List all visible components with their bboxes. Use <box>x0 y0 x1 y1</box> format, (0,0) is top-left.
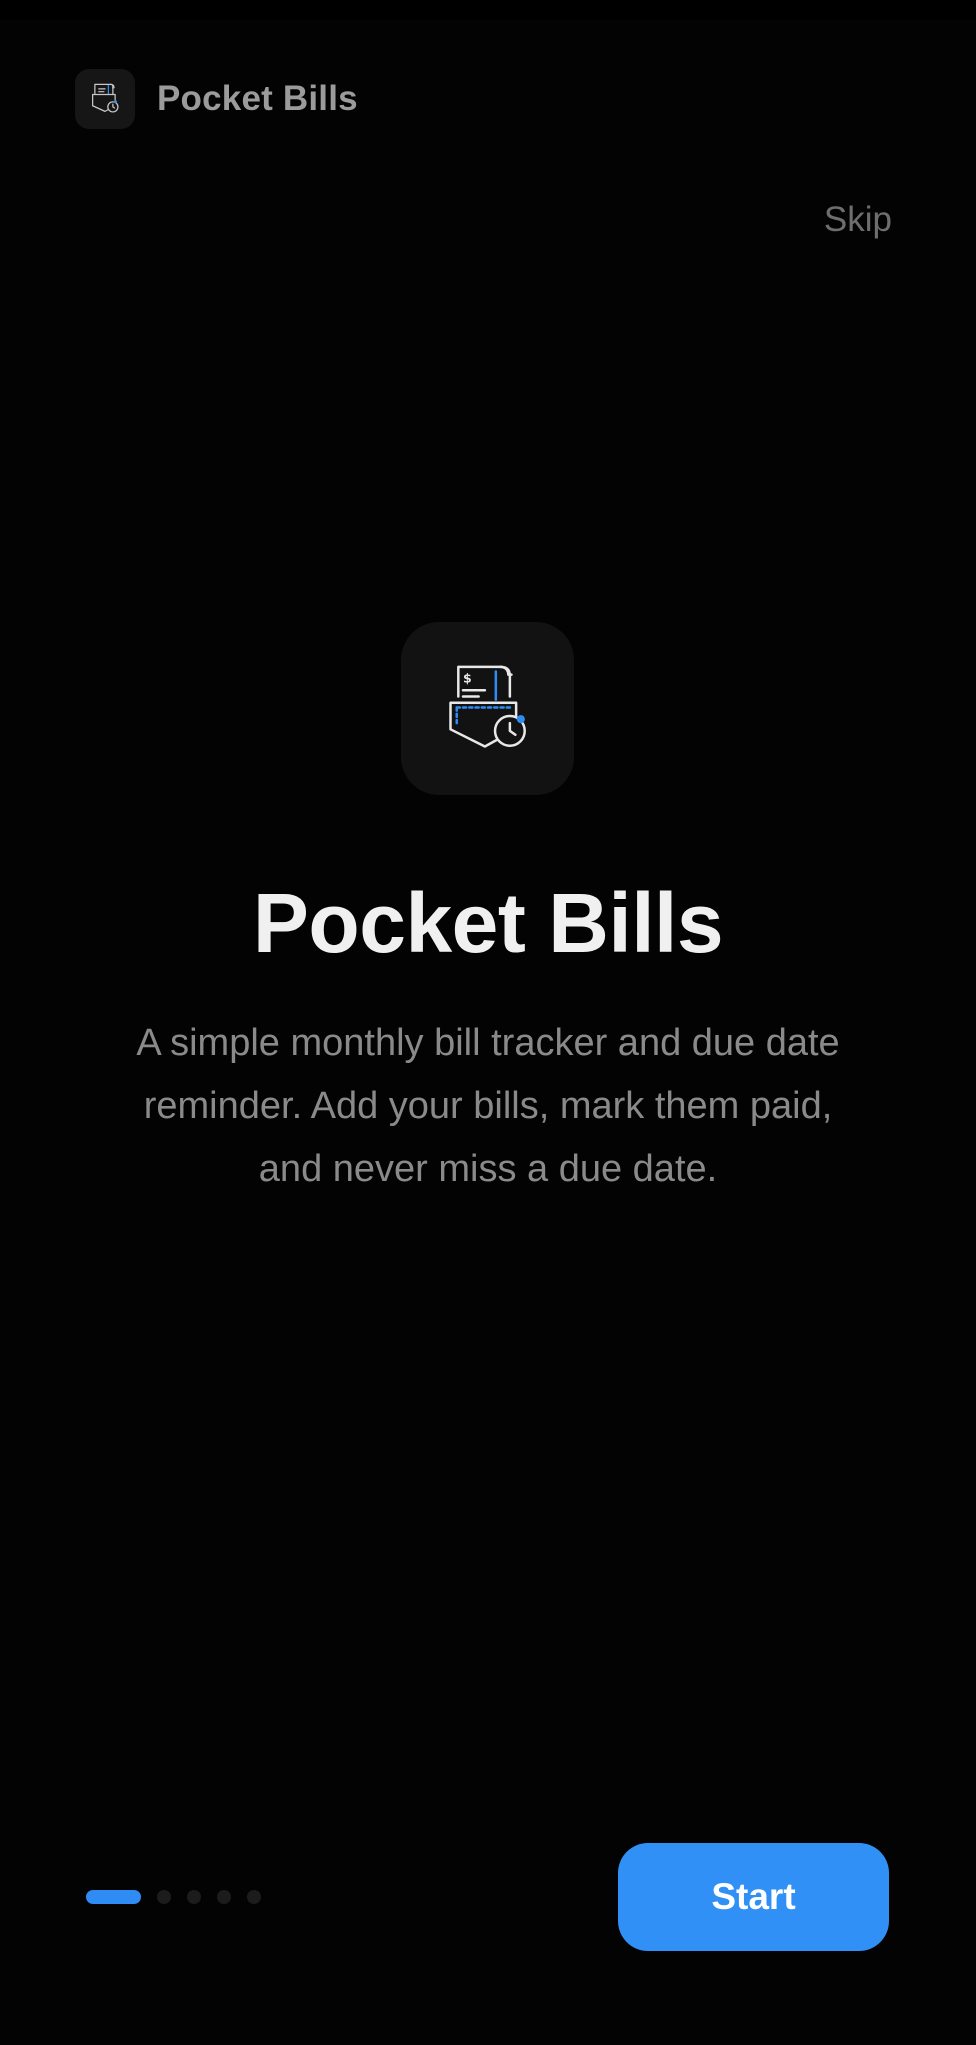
page-indicator <box>86 1890 261 1904</box>
onboarding-title: Pocket Bills <box>252 876 724 970</box>
page-indicator-dot <box>217 1890 231 1904</box>
onboarding-description: A simple monthly bill tracker and due da… <box>136 1022 840 1190</box>
pocket-bill-clock-icon: $ <box>401 622 574 795</box>
page-indicator-dot <box>187 1890 201 1904</box>
app-title: Pocket Bills <box>157 79 358 118</box>
app-header: Pocket Bills <box>75 69 358 129</box>
pocket-bill-clock-icon <box>75 69 135 129</box>
page-indicator-active <box>86 1890 141 1904</box>
skip-button[interactable]: Skip <box>816 196 900 244</box>
svg-text:$: $ <box>463 670 472 685</box>
start-button[interactable]: Start <box>618 1843 889 1951</box>
status-bar <box>0 0 976 20</box>
page-indicator-dot <box>247 1890 261 1904</box>
page-indicator-dot <box>157 1890 171 1904</box>
